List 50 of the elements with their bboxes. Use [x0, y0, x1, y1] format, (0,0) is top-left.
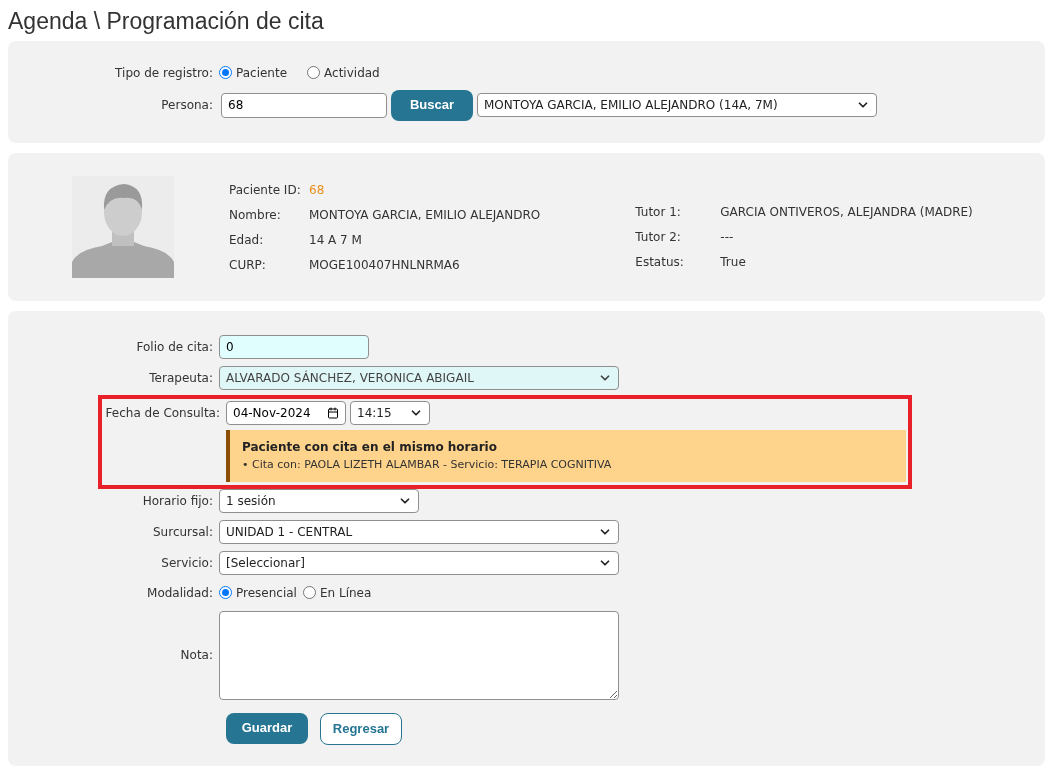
calendar-icon — [327, 407, 339, 419]
info-value: GARCIA ONTIVEROS, ALEJANDRA (MADRE) — [720, 203, 973, 221]
info-label: Tutor 1: — [635, 203, 682, 221]
info-value: 68 — [309, 181, 325, 199]
info-label: Estatus: — [635, 253, 685, 271]
info-label: Nombre: — [229, 206, 282, 224]
info-value: True — [720, 253, 746, 271]
service-select[interactable]: [Seleccionar] — [219, 550, 619, 575]
persona-input[interactable]: 68 — [221, 92, 387, 118]
field-label: Horario fijo: — [141, 492, 214, 510]
schedule-select[interactable]: 1 sesión — [219, 488, 419, 513]
save-button[interactable]: Guardar — [226, 712, 308, 744]
date-field[interactable]: 04-Nov-2024 — [226, 401, 346, 425]
alert-title: Paciente con cita en el mismo horario — [242, 439, 498, 456]
info-value: --- — [720, 228, 734, 246]
field-label: Terapeuta: — [148, 370, 214, 387]
radio-label: Presencial — [236, 584, 297, 602]
branch-select[interactable]: UNIDAD 1 - CENTRAL — [219, 519, 619, 544]
search-button[interactable]: Buscar — [391, 89, 473, 121]
info-value: MOGE100407HNLNRMA6 — [309, 256, 460, 274]
field-label: Servicio: — [160, 554, 214, 572]
therapist-select[interactable]: ALVARADO SÁNCHEZ, VERONICA ABIGAIL — [219, 366, 619, 390]
time-select[interactable]: 14:15 — [350, 401, 430, 425]
radio-button[interactable] — [219, 66, 232, 79]
back-button[interactable]: Regresar — [320, 712, 402, 745]
info-label: Paciente ID: — [229, 181, 302, 199]
info-label: Tutor 2: — [635, 228, 682, 246]
field-label: Persona: — [160, 97, 214, 114]
persona-select[interactable]: MONTOYA GARCIA, EMILIO ALEJANDRO (14A, 7M) — [477, 93, 877, 117]
info-value: MONTOYA GARCIA, EMILIO ALEJANDRO — [309, 206, 541, 224]
field-label: Surcursal: — [152, 523, 214, 541]
folio-input[interactable]: 0 — [219, 335, 369, 359]
radio-label: En Línea — [319, 584, 372, 602]
avatar-silhouette-icon — [72, 176, 174, 278]
field-label: Nota: — [179, 647, 214, 664]
radio-button[interactable] — [302, 586, 316, 599]
field-label: Modalidad: — [146, 584, 214, 602]
field-label: Folio de cita: — [135, 339, 214, 356]
info-value: 14 A 7 M — [309, 231, 362, 249]
radio-button[interactable] — [219, 586, 232, 599]
radio-label: Actividad — [324, 64, 380, 82]
field-label: Fecha de Consulta: — [104, 405, 221, 422]
info-label: Edad: — [229, 231, 265, 249]
field-label: Tipo de registro: — [114, 64, 214, 82]
note-textarea[interactable] — [219, 610, 619, 700]
info-label: CURP: — [229, 256, 267, 274]
radio-button[interactable] — [307, 66, 321, 79]
page-title: Agenda \ Programación de cita — [8, 7, 325, 36]
alert-detail: • Cita con: PAOLA LIZETH ALAMBAR - Servicio: TERAPIA COGNITIVA — [242, 457, 613, 473]
radio-label: Paciente — [236, 64, 288, 82]
